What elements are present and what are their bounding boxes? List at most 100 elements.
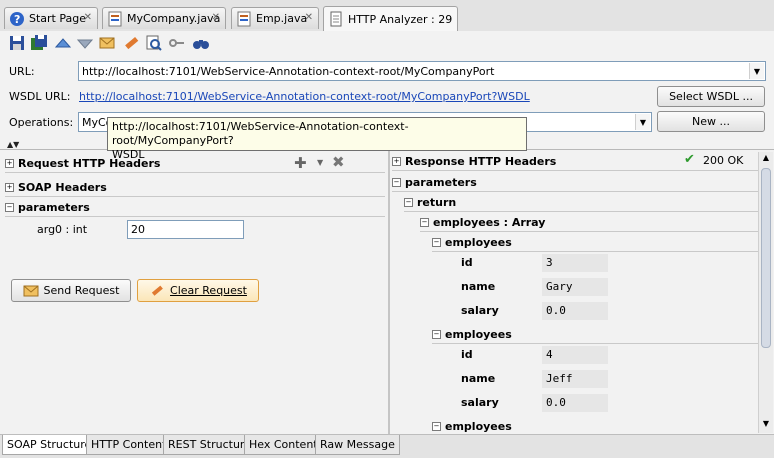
svg-text:?: ? (14, 13, 20, 26)
field-value-name: Gary (542, 278, 608, 296)
url-combobox[interactable]: http://localhost:7101/WebService-Annotat… (78, 61, 766, 81)
binoculars-icon[interactable] (192, 34, 210, 52)
status-text: 200 OK (703, 154, 744, 167)
section-title: parameters (405, 175, 477, 189)
key-icon[interactable] (168, 34, 186, 52)
java-file-icon (107, 11, 123, 27)
checkmark-icon: ✔ (684, 152, 695, 167)
collapse-icon[interactable]: − (432, 237, 441, 247)
tab-soap-structure[interactable]: SOAP Structure (2, 435, 97, 455)
close-icon[interactable]: ✕ (305, 12, 313, 23)
collapse-icon[interactable]: − (5, 202, 14, 212)
field-label-id: id (461, 256, 473, 269)
employees-array-node[interactable]: − employees : Array (420, 213, 758, 232)
arrow-up-icon[interactable] (54, 34, 72, 52)
collapse-arrows-icon[interactable]: ▲▼ (7, 140, 19, 149)
scroll-down-icon[interactable]: ▼ (761, 419, 771, 431)
url-value: http://localhost:7101/WebService-Annotat… (82, 65, 495, 78)
return-node[interactable]: − return (404, 193, 758, 212)
editor-tab-bar: ? Start Page ✕ MyCompany.java ✕ Emp.java… (0, 0, 774, 32)
soap-headers-section[interactable]: + SOAP Headers (5, 178, 385, 197)
tooltip-line: http://localhost:7101/WebService-Annotat… (112, 120, 409, 147)
collapse-icon[interactable]: − (404, 197, 413, 207)
java-file-icon (236, 11, 252, 27)
tab-mycompany-java[interactable]: MyCompany.java ✕ (102, 7, 226, 29)
section-title: parameters (18, 200, 90, 214)
find-icon[interactable] (145, 34, 163, 52)
collapse-icon[interactable]: − (432, 421, 441, 431)
url-label: URL: (9, 65, 35, 78)
field-value-id: 4 (542, 346, 608, 364)
tab-label: HTTP Analyzer : 29 (348, 12, 453, 26)
field-label-name: name (461, 280, 496, 293)
collapse-icon[interactable]: − (392, 177, 401, 187)
collapse-icon[interactable]: − (432, 329, 441, 339)
tab-http-content[interactable]: HTTP Content (86, 435, 172, 455)
operations-label: Operations: (9, 116, 74, 129)
clear-request-label: Clear Request (170, 284, 247, 297)
scrollbar[interactable]: ▲ ▼ (758, 152, 773, 433)
bottom-tab-bar: SOAP Structure HTTP Content REST Structu… (0, 434, 774, 458)
chevron-down-icon[interactable]: ▼ (749, 63, 764, 79)
field-label-id: id (461, 348, 473, 361)
url-tooltip: http://localhost:7101/WebService-Annotat… (107, 117, 527, 161)
node-title: return (417, 195, 457, 209)
toolbar (0, 31, 774, 55)
select-wsdl-button[interactable]: Select WSDL ... (657, 86, 765, 107)
eraser-icon (149, 284, 165, 298)
employees-node[interactable]: − employees (432, 417, 758, 435)
expand-icon[interactable]: + (5, 182, 14, 192)
tab-label: MyCompany.java (127, 12, 221, 25)
response-pane: + Response HTTP Headers ✔ 200 OK − param… (392, 152, 758, 433)
tab-label: Emp.java (256, 12, 308, 25)
arg0-label: arg0 : int (37, 223, 88, 236)
field-value-id: 3 (542, 254, 608, 272)
close-icon[interactable]: ✕ (212, 12, 220, 23)
collapse-icon[interactable]: − (420, 217, 429, 227)
save-all-icon[interactable] (30, 34, 48, 52)
tab-hex-content[interactable]: Hex Content (244, 435, 323, 455)
field-label-salary: salary (461, 396, 499, 409)
help-icon: ? (9, 11, 25, 27)
field-value-salary: 0.0 (542, 394, 608, 412)
employees-node[interactable]: − employees (432, 325, 758, 344)
tab-rest-structure[interactable]: REST Structure (163, 435, 256, 455)
envelope-icon[interactable] (98, 34, 116, 52)
section-title: SOAP Headers (18, 180, 107, 194)
send-request-label: Send Request (43, 284, 120, 297)
node-title: employees : Array (433, 215, 546, 229)
envelope-icon (23, 285, 39, 297)
wsdl-url-link[interactable]: http://localhost:7101/WebService-Annotat… (79, 90, 530, 103)
new-button[interactable]: New ... (657, 111, 765, 132)
tab-http-analyzer[interactable]: HTTP Analyzer : 29 (323, 6, 458, 31)
parameters-section[interactable]: − parameters (5, 198, 385, 217)
field-label-name: name (461, 372, 496, 385)
arrow-down-icon[interactable] (76, 34, 94, 52)
wsdl-url-label: WSDL URL: (9, 90, 71, 103)
tab-raw-message[interactable]: Raw Message (315, 435, 400, 455)
scroll-up-icon[interactable]: ▲ (761, 153, 771, 165)
node-title: employees (445, 327, 512, 341)
close-icon[interactable]: ✕ (84, 12, 92, 23)
save-icon[interactable] (8, 34, 26, 52)
chevron-down-icon[interactable]: ▼ (635, 114, 650, 130)
pane-splitter[interactable] (388, 150, 390, 434)
clear-request-button[interactable]: Clear Request (137, 279, 259, 302)
employees-node[interactable]: − employees (432, 233, 758, 252)
field-value-salary: 0.0 (542, 302, 608, 320)
send-request-button[interactable]: Send Request (11, 279, 131, 302)
node-title: employees (445, 419, 512, 433)
eraser-icon[interactable] (122, 34, 140, 52)
tab-start-page[interactable]: ? Start Page ✕ (4, 7, 98, 29)
request-pane: + Request HTTP Headers ✚ ▼ ✖ + SOAP Head… (5, 152, 385, 433)
field-value-name: Jeff (542, 370, 608, 388)
document-icon (328, 11, 344, 27)
scrollbar-thumb[interactable] (761, 168, 771, 348)
tab-emp-java[interactable]: Emp.java ✕ (231, 7, 319, 29)
arg0-input[interactable]: 20 (127, 220, 244, 239)
expand-icon[interactable]: + (5, 158, 14, 168)
tab-label: Start Page (29, 12, 86, 25)
tooltip-line: WSDL (112, 148, 145, 161)
field-label-salary: salary (461, 304, 499, 317)
response-parameters-section[interactable]: − parameters (392, 173, 758, 192)
